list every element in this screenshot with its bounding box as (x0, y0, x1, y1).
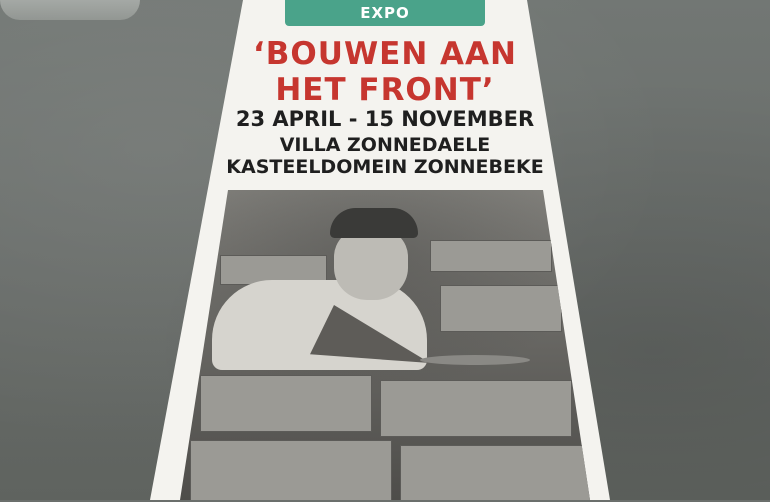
photo-brick (400, 445, 590, 500)
trowel-icon (420, 355, 530, 365)
photo-brick (190, 440, 392, 500)
banner-title-line1: ‘BOUWEN AAN (253, 36, 517, 72)
photo-brick (430, 240, 552, 272)
photo-brick (440, 285, 562, 332)
banner-dates: 23 APRIL - 15 NOVEMBER (235, 107, 535, 131)
photo-brick (200, 375, 372, 432)
soldier-cap (330, 208, 418, 238)
expo-badge: EXPO (285, 0, 485, 26)
floor-object (0, 0, 140, 20)
banner-title-line2: HET FRONT’ (275, 72, 495, 108)
expo-badge-label: EXPO (360, 4, 410, 22)
soldier-face (334, 228, 408, 300)
banner-place: KASTEELDOMEIN ZONNEBEKE (226, 156, 544, 178)
photo-brick (380, 380, 572, 437)
banner-title: ‘BOUWEN AAN HET FRONT’ (0, 36, 770, 108)
banner-venue: VILLA ZONNEDAELE (279, 134, 491, 156)
